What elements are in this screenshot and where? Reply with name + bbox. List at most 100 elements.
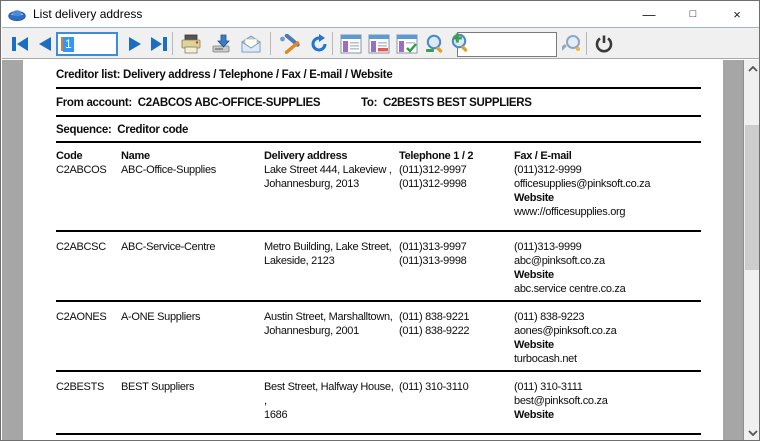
chevron-up-icon <box>748 66 758 72</box>
cell-fax-email: (011)313-9999 abc@pinksoft.co.za Website… <box>514 240 699 296</box>
print-button[interactable] <box>178 31 204 57</box>
from-account-value: C2ABCOS ABC-OFFICE-SUPPLIES <box>138 97 321 109</box>
next-page-button[interactable] <box>122 31 148 57</box>
row-divider <box>56 300 701 302</box>
sequence-value: Creditor code <box>117 124 188 136</box>
cell-address: Best Street, Halfway House, ,1686 <box>264 380 396 422</box>
layout-page-break-icon <box>368 34 390 54</box>
cell-name: ABC-Office-Supplies <box>121 163 261 177</box>
refresh-icon <box>309 34 329 54</box>
last-page-icon <box>149 35 169 53</box>
email-button[interactable] <box>238 31 264 57</box>
cell-telephone: (011)313-9997(011)313-9998 <box>399 240 511 268</box>
toolbar-separator <box>270 32 271 55</box>
column-header-fax-email: Fax / E-mail <box>514 149 699 163</box>
cell-telephone: (011)312-9997(011)312-9998 <box>399 163 511 191</box>
vertical-scrollbar[interactable] <box>743 60 760 441</box>
cell-name: ABC-Service-Centre <box>121 240 261 254</box>
window-title: List delivery address <box>33 7 142 21</box>
scrollbar-thumb[interactable] <box>745 125 760 270</box>
cell-telephone: (011) 838-9221(011) 838-9222 <box>399 310 511 338</box>
search-button[interactable] <box>560 31 586 57</box>
layout-page-break-button[interactable] <box>366 31 392 57</box>
next-page-icon <box>126 35 144 53</box>
website-label: Website <box>514 408 699 422</box>
row-divider <box>56 433 701 435</box>
zoom-in-icon <box>449 32 471 54</box>
zoom-in-button[interactable] <box>447 30 473 56</box>
row-divider <box>56 230 701 232</box>
cell-code: C2ABCSC <box>56 240 118 254</box>
titlebar[interactable]: List delivery address — □ × <box>1 1 759 27</box>
first-page-button[interactable] <box>7 31 33 57</box>
first-page-icon <box>10 35 30 53</box>
scroll-up-button[interactable] <box>744 60 760 77</box>
report-divider <box>56 141 701 143</box>
cell-fax-email: (011) 310-3111 best@pinksoft.co.za Websi… <box>514 380 699 422</box>
settings-button[interactable] <box>276 31 302 57</box>
last-page-button[interactable] <box>146 31 172 57</box>
report-page: Creditor list: Delivery address / Teleph… <box>23 60 723 441</box>
column-header-delivery-address: Delivery address <box>264 149 396 163</box>
maximize-button[interactable]: □ <box>671 1 715 27</box>
report-window: List delivery address — □ × 1 <box>0 0 760 441</box>
column-header-code: Code <box>56 149 118 163</box>
page-number-value: 1 <box>63 37 74 52</box>
refresh-button[interactable] <box>306 31 332 57</box>
cell-code: C2ABCOS <box>56 163 118 177</box>
cell-address: Austin Street, Marshalltown,Johannesburg… <box>264 310 396 338</box>
cell-telephone: (011) 310-3110 <box>399 380 511 394</box>
export-save-icon <box>210 34 232 54</box>
cell-name: BEST Suppliers <box>121 380 261 394</box>
chevron-down-icon <box>748 430 758 436</box>
report-divider <box>56 115 701 117</box>
column-header-telephone: Telephone 1 / 2 <box>399 149 511 163</box>
settings-tools-icon <box>278 34 300 54</box>
cell-address: Metro Building, Lake Street,Lakeside, 21… <box>264 240 396 268</box>
email-icon <box>240 34 262 54</box>
toolbar-separator <box>172 32 173 55</box>
layout-whole-page-button[interactable] <box>394 31 420 57</box>
layout-single-page-icon <box>340 34 362 54</box>
report-title: Creditor list: Delivery address / Teleph… <box>56 68 392 82</box>
report-range-line: From account: C2ABCOS ABC-OFFICE-SUPPLIE… <box>56 96 320 110</box>
to-account: To: C2BESTS BEST SUPPLIERS <box>361 96 532 110</box>
previous-page-icon <box>36 35 54 53</box>
toolbar-separator <box>586 32 587 55</box>
website-label: Website <box>514 191 699 205</box>
cell-fax-email: (011)312-9999 officesupplies@pinksoft.co… <box>514 163 699 219</box>
from-account-label: From account: <box>56 97 132 109</box>
toolbar-separator <box>332 32 333 55</box>
app-icon <box>8 6 26 22</box>
website-label: Website <box>514 338 699 352</box>
close-button[interactable]: × <box>715 1 759 27</box>
sequence-line: Sequence: Creditor code <box>56 123 188 137</box>
cell-code: C2BESTS <box>56 380 118 394</box>
cell-name: A-ONE Suppliers <box>121 310 261 324</box>
to-account-label: To: <box>361 97 377 109</box>
row-divider <box>56 370 701 372</box>
to-account-value: C2BESTS BEST SUPPLIERS <box>383 97 532 109</box>
search-icon <box>562 33 584 55</box>
website-label: Website <box>514 268 699 282</box>
layout-whole-page-icon <box>396 34 418 54</box>
column-header-name: Name <box>121 149 261 163</box>
minimize-button[interactable]: — <box>627 1 671 27</box>
previous-page-button[interactable] <box>32 31 58 57</box>
scroll-down-button[interactable] <box>744 424 760 441</box>
page-number-input[interactable]: 1 <box>56 32 118 56</box>
export-save-button[interactable] <box>208 31 234 57</box>
report-preview-area: Creditor list: Delivery address / Teleph… <box>2 60 760 441</box>
cell-code: C2AONES <box>56 310 118 324</box>
print-icon <box>180 34 202 54</box>
power-icon <box>594 34 614 54</box>
zoom-out-icon <box>424 33 446 55</box>
cell-fax-email: (011) 838-9223 aones@pinksoft.co.za Webs… <box>514 310 699 366</box>
sequence-label: Sequence: <box>56 124 111 136</box>
power-button[interactable] <box>591 31 617 57</box>
report-divider <box>56 87 701 89</box>
layout-single-page-button[interactable] <box>338 31 364 57</box>
zoom-out-button[interactable] <box>422 31 448 57</box>
toolbar: 1 <box>2 27 760 59</box>
cell-address: Lake Street 444, Lakeview ,Johannesburg,… <box>264 163 396 191</box>
